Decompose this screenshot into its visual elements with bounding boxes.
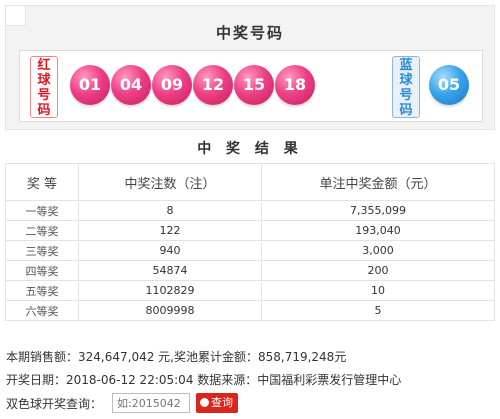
prize-level: 五等奖: [5, 280, 79, 301]
blue-label-char: 码: [399, 103, 413, 118]
table-row: 二等奖 122 193,040: [5, 220, 495, 241]
prize-amount: 7,355,099: [261, 200, 495, 221]
blue-ball: 05: [429, 65, 469, 105]
prize-count: 940: [78, 240, 262, 261]
red-label-char: 红: [37, 58, 51, 73]
blue-label-char: 蓝: [399, 58, 413, 73]
red-ball: 09: [152, 65, 192, 105]
prize-amount: 200: [261, 260, 495, 281]
table-row: 一等奖 8 7,355,099: [5, 200, 495, 221]
prize-level: 三等奖: [5, 240, 79, 261]
table-row: 四等奖 54874 200: [5, 260, 495, 281]
header-amount: 单注中奖金额（元）: [261, 163, 495, 201]
query-label: 双色球开奖查询：: [6, 397, 103, 411]
red-ball-label: 红 球 号 码: [30, 56, 58, 118]
table-row: 六等奖 8009998 5: [5, 300, 495, 321]
table-row: 三等奖 940 3,000: [5, 240, 495, 261]
prize-level: 四等奖: [5, 260, 79, 281]
blue-ball-label: 蓝 球 号 码: [392, 56, 420, 118]
winning-numbers-title: 中奖号码: [215, 24, 284, 42]
results-title: 中 奖 结 果: [197, 141, 303, 157]
red-ball: 15: [234, 65, 274, 105]
prize-level: 二等奖: [5, 220, 79, 241]
prize-count: 8: [78, 200, 262, 221]
prize-count: 122: [78, 220, 262, 241]
draw-number-input[interactable]: [112, 393, 190, 413]
prize-amount: 5: [261, 300, 495, 321]
prize-amount: 3,000: [261, 240, 495, 261]
red-ball: 01: [70, 65, 110, 105]
blue-label-char: 号: [399, 88, 413, 103]
red-ball: 04: [111, 65, 151, 105]
draw-date-info: 开奖日期：2018-06-12 22:05:04 数据来源：中国福利彩票发行管理…: [6, 373, 402, 387]
header-level: 奖 等: [5, 163, 79, 201]
table-header-row: 奖 等 中奖注数（注） 单注中奖金额（元）: [5, 163, 495, 201]
header-count: 中奖注数（注）: [78, 163, 262, 201]
query-button-label: 查询: [211, 396, 233, 409]
table-row: 五等奖 1102829 10: [5, 280, 495, 301]
prize-amount: 10: [261, 280, 495, 301]
prize-amount: 193,040: [261, 220, 495, 241]
red-label-char: 号: [37, 88, 51, 103]
prize-level: 六等奖: [5, 300, 79, 321]
red-ball: 18: [275, 65, 315, 105]
prize-count: 1102829: [78, 280, 262, 301]
balls-box: 红 球 号 码 01 04 09 12 15 18 蓝 球 号 码 05: [19, 50, 483, 122]
red-label-char: 球: [37, 73, 51, 88]
prize-count: 54874: [78, 260, 262, 281]
query-button[interactable]: 查询: [196, 393, 238, 413]
search-icon: [200, 398, 209, 407]
sales-info: 本期销售额：324,647,042 元,奖池累计金额：858,719,248元: [6, 350, 347, 364]
prize-count: 8009998: [78, 300, 262, 321]
red-ball: 12: [193, 65, 233, 105]
prize-table: 奖 等 中奖注数（注） 单注中奖金额（元） 一等奖 8 7,355,099 二等…: [5, 163, 495, 321]
blue-label-char: 球: [399, 73, 413, 88]
red-label-char: 码: [37, 103, 51, 118]
winning-numbers-panel: 中奖号码 红 球 号 码 01 04 09 12 15 18 蓝 球 号 码 0…: [5, 5, 495, 130]
prize-level: 一等奖: [5, 200, 79, 221]
